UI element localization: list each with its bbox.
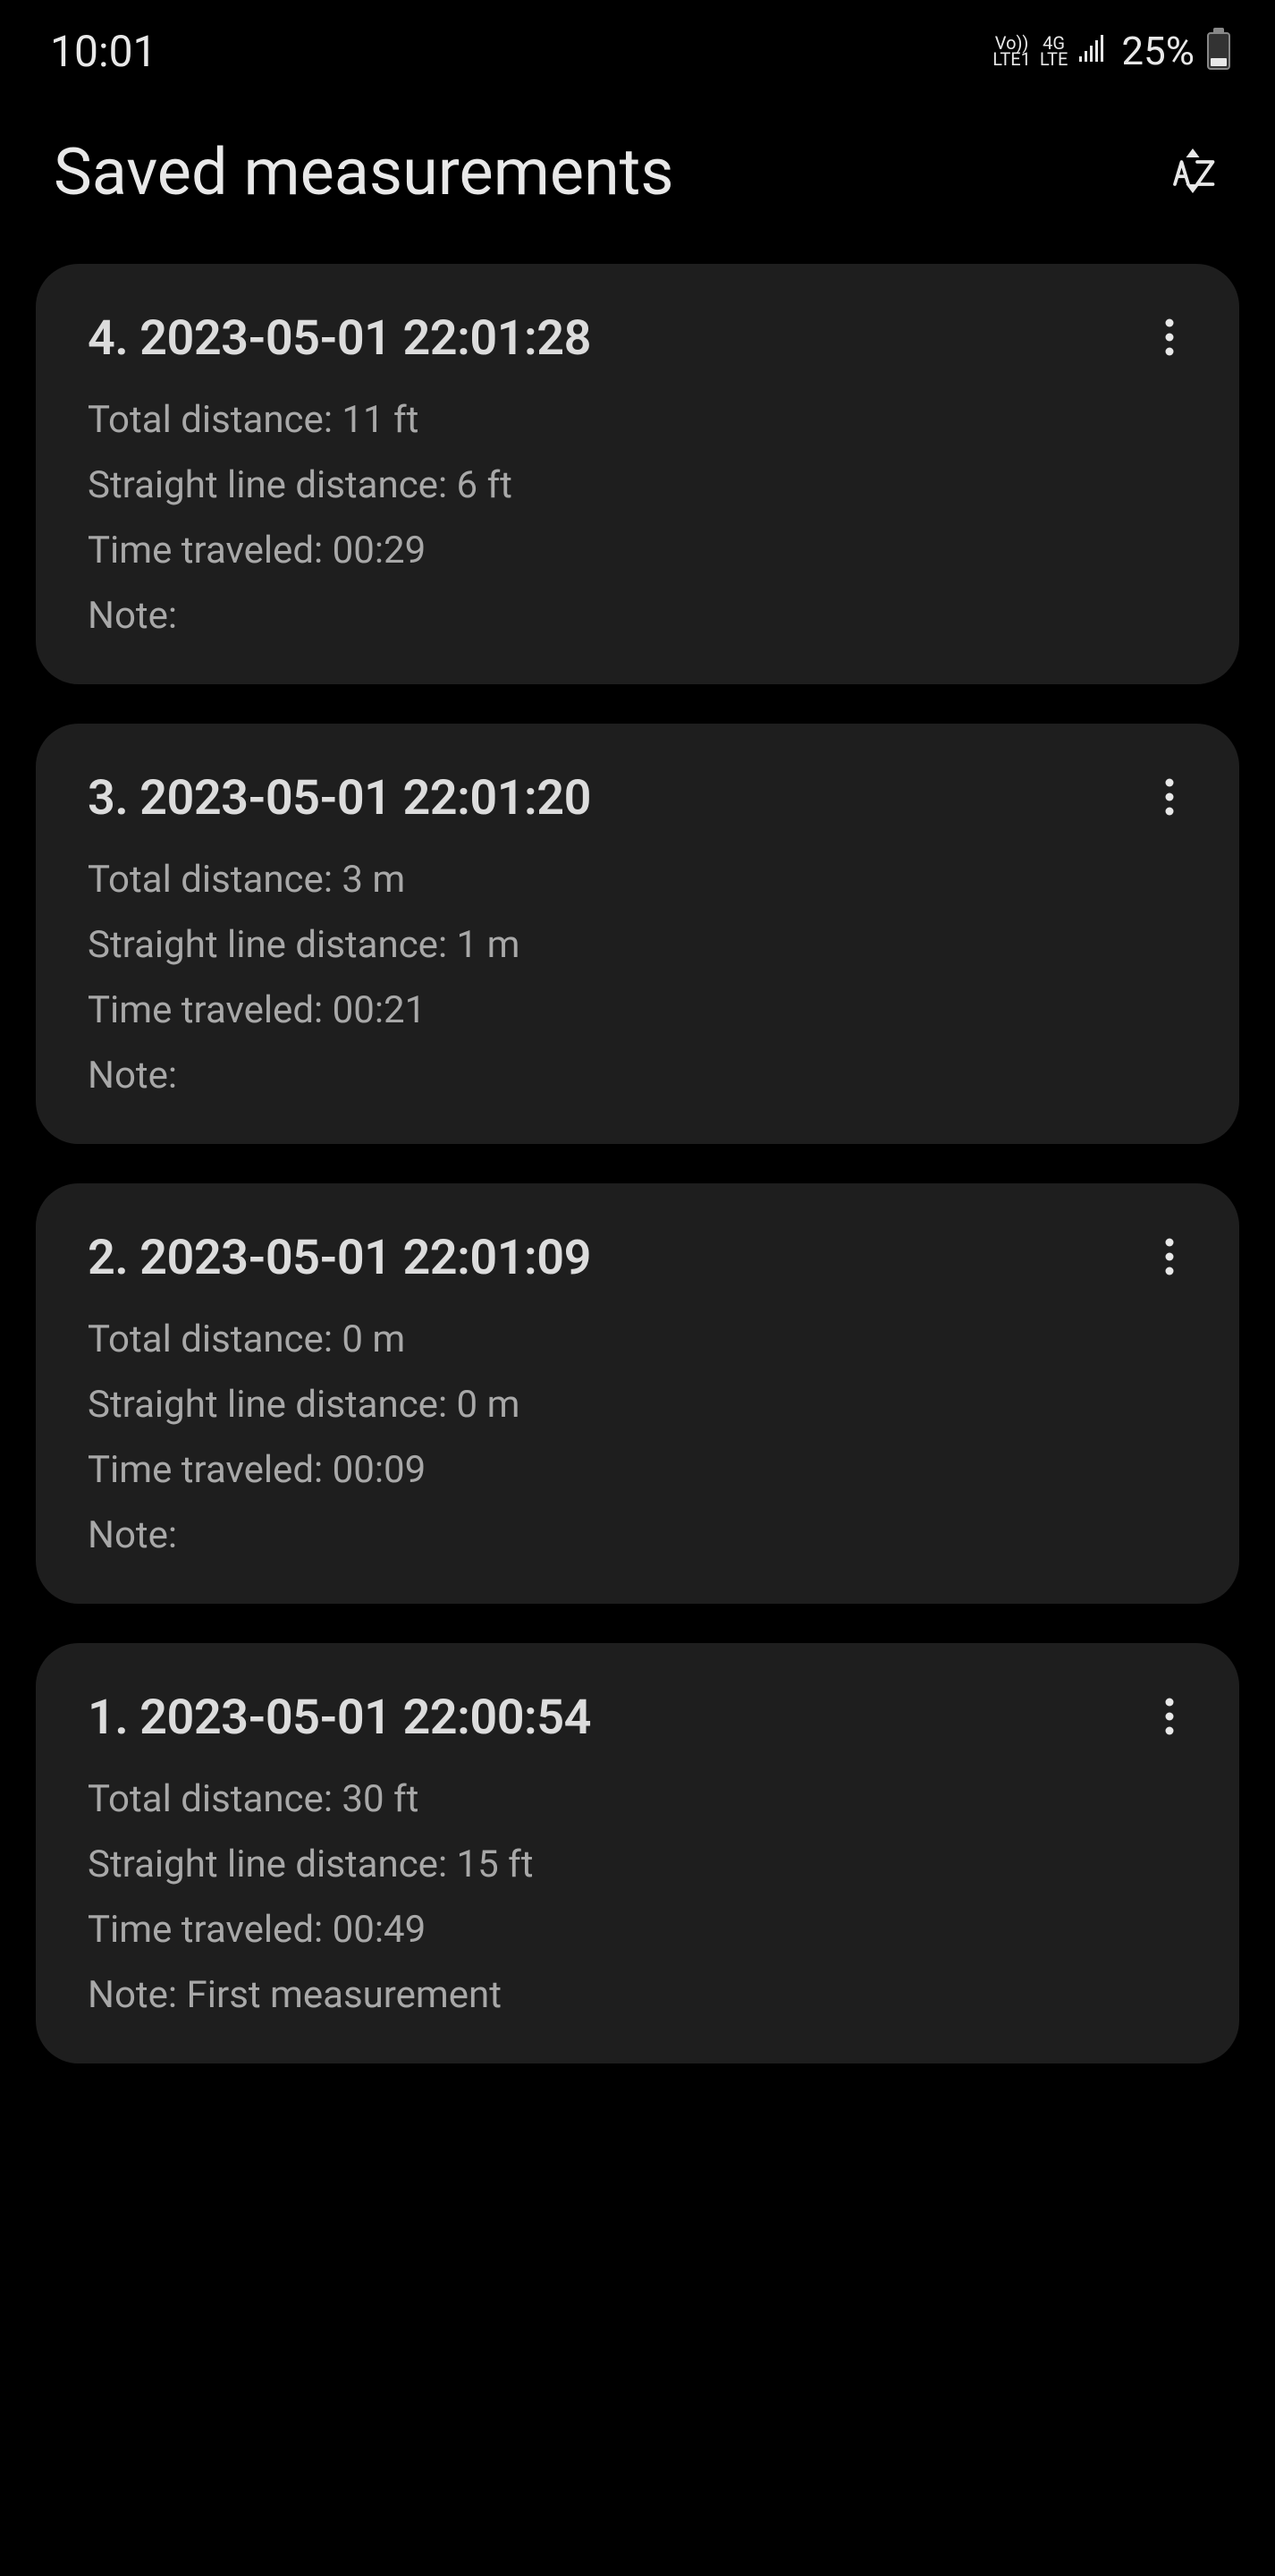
note-line: Note: First measurement	[88, 1973, 1189, 2017]
note-line: Note:	[88, 1513, 1189, 1557]
card-title: 4. 2023-05-01 22:01:28	[88, 310, 591, 367]
more-vertical-icon	[1163, 1695, 1176, 1741]
more-vertical-icon	[1163, 775, 1176, 822]
time-traveled-line: Time traveled: 00:29	[88, 529, 1189, 572]
measurement-card[interactable]: 1. 2023-05-01 22:00:54 Total distance: 3…	[36, 1643, 1239, 2063]
total-distance-line: Total distance: 3 m	[88, 858, 1189, 902]
card-more-button[interactable]	[1150, 310, 1189, 368]
app-header: Saved measurements	[0, 89, 1275, 237]
time-traveled-line: Time traveled: 00:09	[88, 1448, 1189, 1492]
card-more-button[interactable]	[1150, 770, 1189, 827]
more-vertical-icon	[1163, 316, 1176, 362]
total-distance-line: Total distance: 0 m	[88, 1318, 1189, 1361]
card-title: 2. 2023-05-01 22:01:09	[88, 1230, 591, 1286]
network-4g-icon: 4G LTE	[1040, 35, 1068, 67]
page-title: Saved measurements	[54, 134, 674, 210]
status-icons: Vo)) LTE1 4G LTE	[992, 32, 1109, 70]
straight-distance-line: Straight line distance: 6 ft	[88, 463, 1189, 507]
note-line: Note:	[88, 594, 1189, 638]
time-traveled-line: Time traveled: 00:49	[88, 1908, 1189, 1952]
straight-distance-line: Straight line distance: 0 m	[88, 1383, 1189, 1427]
status-right: Vo)) LTE1 4G LTE 25%	[992, 28, 1230, 74]
card-more-button[interactable]	[1150, 1690, 1189, 1747]
measurement-card[interactable]: 3. 2023-05-01 22:01:20 Total distance: 3…	[36, 724, 1239, 1144]
total-distance-line: Total distance: 11 ft	[88, 398, 1189, 442]
card-title: 3. 2023-05-01 22:01:20	[88, 770, 591, 826]
card-more-button[interactable]	[1150, 1230, 1189, 1287]
signal-icon	[1077, 32, 1109, 70]
sort-az-icon	[1166, 144, 1220, 201]
status-time: 10:01	[50, 26, 157, 77]
total-distance-line: Total distance: 30 ft	[88, 1777, 1189, 1821]
measurement-list: 4. 2023-05-01 22:01:28 Total distance: 1…	[0, 237, 1275, 2063]
battery-percent: 25%	[1121, 28, 1195, 74]
note-line: Note:	[88, 1054, 1189, 1097]
time-traveled-line: Time traveled: 00:21	[88, 988, 1189, 1032]
more-vertical-icon	[1163, 1235, 1176, 1282]
status-bar: 10:01 Vo)) LTE1 4G LTE 25%	[0, 0, 1275, 89]
volte-icon: Vo)) LTE1	[992, 35, 1031, 67]
battery-icon	[1207, 32, 1230, 70]
card-title: 1. 2023-05-01 22:00:54	[88, 1690, 591, 1746]
straight-distance-line: Straight line distance: 1 m	[88, 923, 1189, 967]
measurement-card[interactable]: 2. 2023-05-01 22:01:09 Total distance: 0…	[36, 1183, 1239, 1604]
sort-button[interactable]	[1161, 140, 1225, 205]
measurement-card[interactable]: 4. 2023-05-01 22:01:28 Total distance: 1…	[36, 264, 1239, 684]
straight-distance-line: Straight line distance: 15 ft	[88, 1843, 1189, 1886]
